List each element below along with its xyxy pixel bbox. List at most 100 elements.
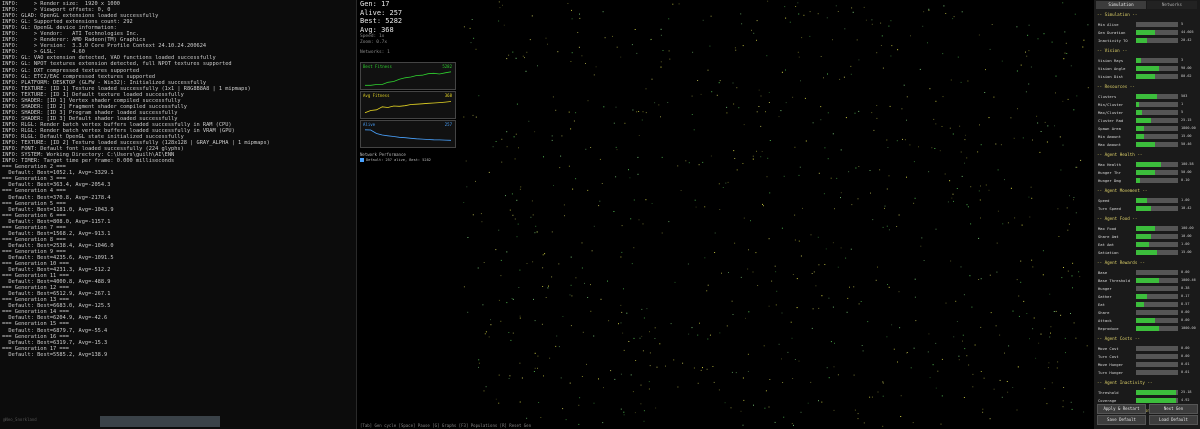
setting-slider[interactable] <box>1136 318 1178 323</box>
agent-dot <box>939 150 941 152</box>
agent-dot <box>960 151 962 153</box>
setting-slider[interactable] <box>1136 250 1178 255</box>
agent-dot <box>845 117 847 119</box>
agent-dot <box>965 134 966 136</box>
setting-slider[interactable] <box>1136 326 1178 331</box>
agent-dot <box>756 39 757 41</box>
agent-dot <box>562 316 564 317</box>
setting-slider[interactable] <box>1136 302 1178 307</box>
setting-slider[interactable] <box>1136 270 1178 275</box>
setting-slider[interactable] <box>1136 162 1178 167</box>
setting-slider[interactable] <box>1136 142 1178 147</box>
setting-slider[interactable] <box>1136 22 1178 27</box>
setting-slider[interactable] <box>1136 58 1178 63</box>
agent-dot <box>980 144 982 146</box>
setting-slider[interactable] <box>1136 286 1178 291</box>
agent-dot <box>953 336 955 338</box>
agent-dot <box>743 399 745 401</box>
setting-value: 1 <box>1181 102 1184 106</box>
agent-dot <box>593 335 595 337</box>
agent-dot <box>495 249 497 251</box>
agent-dot <box>1032 328 1034 330</box>
agent-dot <box>500 275 502 277</box>
agent-dot <box>1048 362 1050 364</box>
load-default-button[interactable]: Load Default <box>1149 415 1198 425</box>
agent-dot <box>1063 58 1065 60</box>
setting-slider[interactable] <box>1136 206 1178 211</box>
agent-dot <box>826 367 828 369</box>
setting-slider[interactable] <box>1136 110 1178 115</box>
agent-dot <box>1031 259 1033 261</box>
setting-slider[interactable] <box>1136 398 1178 403</box>
slider-fill <box>1136 94 1157 99</box>
setting-slider[interactable] <box>1136 198 1178 203</box>
setting-slider[interactable] <box>1136 118 1178 123</box>
save-default-button[interactable]: Save Default <box>1097 415 1146 425</box>
tab-networks[interactable]: Networks <box>1147 1 1197 9</box>
agent-dot <box>1031 197 1033 199</box>
perf-swatch <box>360 158 364 162</box>
agent-dot <box>794 359 796 360</box>
setting-slider[interactable] <box>1136 294 1178 299</box>
apply-restart-button[interactable]: Apply & Restart <box>1097 404 1146 414</box>
taskbar-thumbnail[interactable] <box>100 416 220 427</box>
setting-slider[interactable] <box>1136 370 1178 375</box>
agent-dot <box>500 259 502 261</box>
setting-slider[interactable] <box>1136 126 1178 131</box>
setting-slider[interactable] <box>1136 354 1178 359</box>
agent-dot <box>628 169 629 171</box>
agent-dot <box>693 129 695 131</box>
agent-dot <box>763 345 765 347</box>
agent-dot <box>654 102 656 104</box>
agent-dot <box>535 225 537 227</box>
agent-dot <box>832 133 834 135</box>
setting-slider[interactable] <box>1136 346 1178 351</box>
setting-slider[interactable] <box>1136 38 1178 43</box>
agent-dot <box>613 122 615 124</box>
agent-dot <box>1071 408 1073 410</box>
slider-fill <box>1136 66 1160 71</box>
agent-dot <box>755 252 757 254</box>
setting-slider[interactable] <box>1136 102 1178 107</box>
setting-slider[interactable] <box>1136 134 1178 139</box>
tab-simulation[interactable]: Simulation <box>1096 1 1146 9</box>
agent-dot <box>850 73 852 75</box>
setting-slider[interactable] <box>1136 226 1178 231</box>
setting-slider[interactable] <box>1136 278 1178 283</box>
setting-slider[interactable] <box>1136 74 1178 79</box>
agent-dot <box>623 349 625 351</box>
setting-slider[interactable] <box>1136 30 1178 35</box>
setting-value: 0.00 <box>1181 310 1190 314</box>
agent-dot <box>999 334 1001 336</box>
agent-dot <box>601 183 603 184</box>
setting-slider[interactable] <box>1136 66 1178 71</box>
setting-value: 20.42 <box>1181 38 1192 42</box>
agent-dot <box>734 242 736 244</box>
agent-dot <box>641 335 643 337</box>
agent-dot <box>826 17 828 19</box>
next-gen-button[interactable]: Next Gen <box>1149 404 1198 414</box>
setting-slider[interactable] <box>1136 390 1178 395</box>
agent-dot <box>962 334 964 336</box>
agent-dot <box>463 26 465 28</box>
simulation-field[interactable] <box>462 0 1094 429</box>
agent-dot <box>752 155 754 157</box>
agent-dot <box>721 272 722 274</box>
agent-dot <box>593 402 595 404</box>
agent-dot <box>825 248 827 250</box>
setting-slider[interactable] <box>1136 170 1178 175</box>
agent-dot <box>984 92 986 93</box>
agent-dot <box>561 135 563 137</box>
setting-slider[interactable] <box>1136 234 1178 239</box>
agent-dot <box>563 204 565 206</box>
setting-slider[interactable] <box>1136 242 1178 247</box>
agent-dot <box>827 73 828 75</box>
setting-slider[interactable] <box>1136 310 1178 315</box>
agent-dot <box>1062 2 1064 4</box>
setting-slider[interactable] <box>1136 178 1178 183</box>
setting-slider[interactable] <box>1136 94 1178 99</box>
agent-dot <box>1079 276 1081 278</box>
setting-slider[interactable] <box>1136 362 1178 367</box>
agent-dot <box>778 343 780 345</box>
agent-dot <box>760 156 762 158</box>
